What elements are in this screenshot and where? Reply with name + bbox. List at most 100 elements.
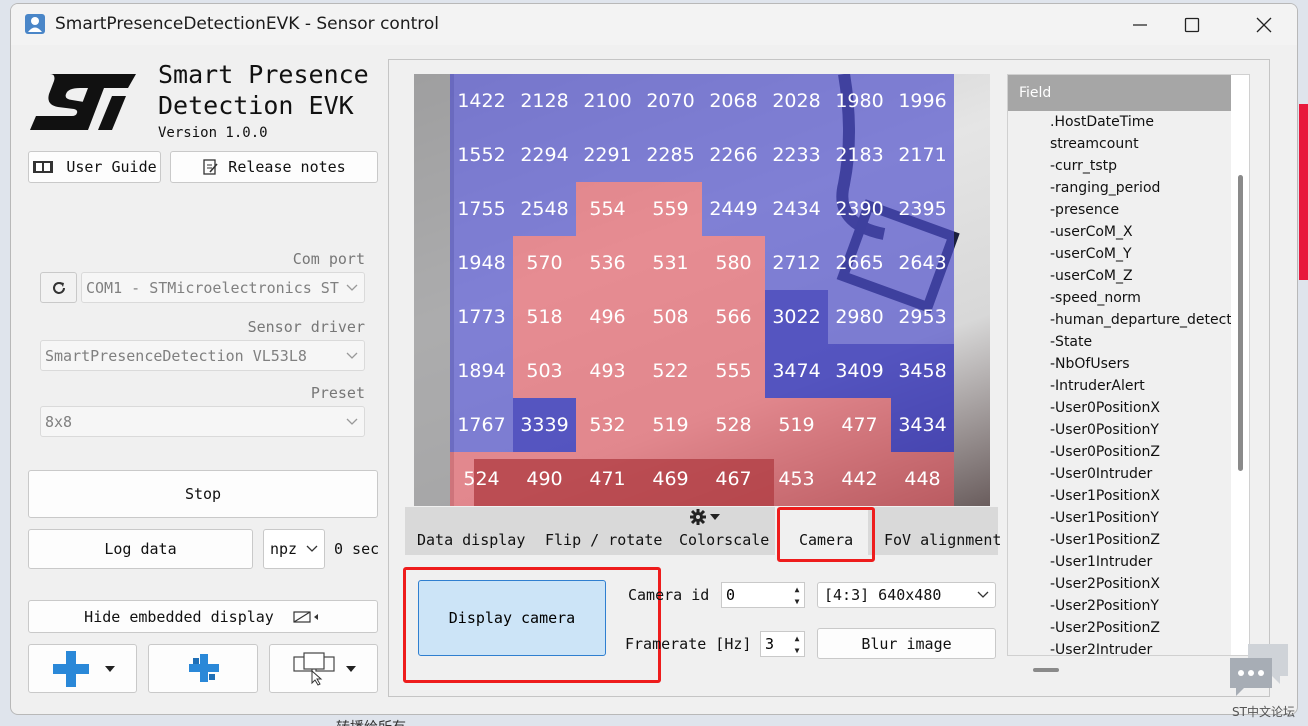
field-list-item[interactable]: streamcount bbox=[1008, 133, 1231, 155]
camera-id-spinbox[interactable]: 0 ▲ ▼ bbox=[721, 582, 805, 608]
field-list-item[interactable]: -curr_tstp bbox=[1008, 155, 1231, 177]
field-list-item[interactable]: -human_departure_detecte bbox=[1008, 309, 1231, 331]
field-list-item[interactable]: .HostDateTime bbox=[1008, 111, 1231, 133]
heatmap-cell: 2980 bbox=[828, 290, 891, 344]
spin-arrows[interactable]: ▲ ▼ bbox=[790, 632, 804, 656]
heatmap-cell: 493 bbox=[576, 344, 639, 398]
release-notes-button[interactable]: Release notes bbox=[170, 151, 378, 183]
maximize-button[interactable] bbox=[1161, 4, 1223, 45]
heatmap-cell: 1422 bbox=[450, 74, 513, 128]
blur-image-button[interactable]: Blur image bbox=[817, 628, 996, 659]
field-list-item[interactable]: -speed_norm bbox=[1008, 287, 1231, 309]
chat-bubble-icon[interactable] bbox=[1228, 640, 1292, 700]
resolution-select[interactable]: [4:3] 640x480 bbox=[817, 582, 996, 608]
dropdown-arrow-icon[interactable] bbox=[104, 665, 115, 672]
field-list-item[interactable]: -User2PositionZ bbox=[1008, 617, 1231, 639]
field-list-item[interactable]: -User2PositionY bbox=[1008, 595, 1231, 617]
refresh-button[interactable] bbox=[40, 272, 77, 303]
field-list-item[interactable]: -User0Intruder bbox=[1008, 463, 1231, 485]
plus-icon bbox=[52, 650, 89, 687]
heatmap-cell: 2070 bbox=[639, 74, 702, 128]
sensor-driver-label: Sensor driver bbox=[247, 318, 365, 336]
heatmap-cell: 2665 bbox=[828, 236, 891, 290]
field-list-item[interactable]: -User1PositionZ bbox=[1008, 529, 1231, 551]
log-data-button[interactable]: Log data bbox=[28, 529, 253, 569]
field-list-item[interactable]: -User1PositionX bbox=[1008, 485, 1231, 507]
framerate-spinbox[interactable]: 3 ▲ ▼ bbox=[760, 631, 805, 657]
heatmap-cell: 2068 bbox=[702, 74, 765, 128]
heatmap-cell: 522 bbox=[639, 344, 702, 398]
heatmap-cell: 477 bbox=[828, 398, 891, 452]
heatmap-cell: 528 bbox=[702, 398, 765, 452]
hide-display-button[interactable]: Hide embedded display bbox=[28, 600, 378, 633]
chevron-down-icon bbox=[346, 284, 358, 291]
heatmap-cell: 519 bbox=[765, 398, 828, 452]
stop-button[interactable]: Stop bbox=[28, 470, 378, 518]
heatmap-cell: 2643 bbox=[891, 236, 954, 290]
heatmap-cell: 2183 bbox=[828, 128, 891, 182]
heatmap-cell: 453 bbox=[765, 452, 828, 506]
desktop-background-strip bbox=[1299, 104, 1308, 280]
heatmap-cell: 471 bbox=[576, 452, 639, 506]
dropdown-arrow-icon[interactable] bbox=[345, 665, 356, 672]
close-button[interactable] bbox=[1233, 4, 1295, 45]
tab-fov-alignment[interactable]: FoV alignment bbox=[884, 531, 1001, 549]
heatmap-cell: 2395 bbox=[891, 182, 954, 236]
log-format-select[interactable]: npz bbox=[263, 529, 325, 569]
hide-display-label: Hide embedded display bbox=[84, 607, 274, 626]
heatmap-cell: 3458 bbox=[891, 344, 954, 398]
log-elapsed-label: 0 sec bbox=[334, 540, 380, 558]
desktop-bottom-text: 转播给所有 bbox=[336, 717, 406, 726]
sensor-driver-select[interactable]: SmartPresenceDetection VL53L8 bbox=[40, 340, 365, 371]
com-port-select[interactable]: COM1 - STMicroelectronics ST bbox=[81, 272, 365, 303]
heatmap-cell: 2390 bbox=[828, 182, 891, 236]
field-list-item[interactable]: -User1PositionY bbox=[1008, 507, 1231, 529]
hide-display-icon bbox=[293, 610, 318, 623]
field-list-item[interactable]: -NbOfUsers bbox=[1008, 353, 1231, 375]
camera-id-value: 0 bbox=[726, 586, 736, 604]
heatmap-cell: 3434 bbox=[891, 398, 954, 452]
release-notes-label: Release notes bbox=[228, 158, 346, 176]
close-icon bbox=[1256, 17, 1272, 32]
tab-data-display[interactable]: Data display bbox=[417, 531, 525, 549]
layout-button[interactable] bbox=[269, 644, 378, 693]
field-list-item[interactable]: -IntruderAlert bbox=[1008, 375, 1231, 397]
spin-arrows[interactable]: ▲ ▼ bbox=[790, 583, 804, 607]
field-list-item[interactable]: -userCoM_Y bbox=[1008, 243, 1231, 265]
tab-flip-rotate[interactable]: Flip / rotate bbox=[545, 531, 662, 549]
field-list-item[interactable]: -ranging_period bbox=[1008, 177, 1231, 199]
field-list-item[interactable]: -User2PositionX bbox=[1008, 573, 1231, 595]
field-list-item[interactable]: -User0PositionY bbox=[1008, 419, 1231, 441]
field-horizontal-scrollbar[interactable] bbox=[1033, 668, 1059, 672]
heatmap-cell: 1948 bbox=[450, 236, 513, 290]
title-bar[interactable]: SmartPresenceDetectionEVK - Sensor contr… bbox=[11, 4, 1297, 45]
heatmap-cell: 2128 bbox=[513, 74, 576, 128]
gear-icon[interactable] bbox=[690, 509, 720, 525]
heatmap-cell: 2449 bbox=[702, 182, 765, 236]
field-header[interactable]: Field bbox=[1008, 75, 1231, 111]
preset-select[interactable]: 8x8 bbox=[40, 406, 365, 437]
add-multiple-button[interactable] bbox=[148, 644, 258, 693]
heatmap-cell: 570 bbox=[513, 236, 576, 290]
field-list-item[interactable]: -User1Intruder bbox=[1008, 551, 1231, 573]
field-list-item[interactable]: -userCoM_Z bbox=[1008, 265, 1231, 287]
highlight-display-camera bbox=[403, 567, 661, 683]
heatmap-cell: 1767 bbox=[450, 398, 513, 452]
field-list-item[interactable]: -State bbox=[1008, 331, 1231, 353]
app-title-line2: Detection EVK bbox=[158, 91, 354, 120]
user-guide-label: User Guide bbox=[66, 158, 157, 176]
tab-colorscale[interactable]: Colorscale bbox=[679, 531, 769, 549]
add-window-button[interactable] bbox=[28, 644, 137, 693]
field-list-item[interactable]: -User2Intruder bbox=[1008, 639, 1231, 655]
field-vertical-scrollbar[interactable] bbox=[1238, 175, 1243, 471]
field-list-item[interactable]: -presence bbox=[1008, 199, 1231, 221]
user-guide-button[interactable]: User Guide bbox=[28, 151, 161, 183]
heatmap-cell: 2028 bbox=[765, 74, 828, 128]
field-list-item[interactable]: -userCoM_X bbox=[1008, 221, 1231, 243]
highlight-camera-tab bbox=[777, 507, 875, 562]
framerate-value: 3 bbox=[765, 635, 775, 653]
field-list-item[interactable]: -User0PositionZ bbox=[1008, 441, 1231, 463]
minimize-icon bbox=[1133, 23, 1147, 26]
field-list-item[interactable]: -User0PositionX bbox=[1008, 397, 1231, 419]
heatmap-cell: 1773 bbox=[450, 290, 513, 344]
